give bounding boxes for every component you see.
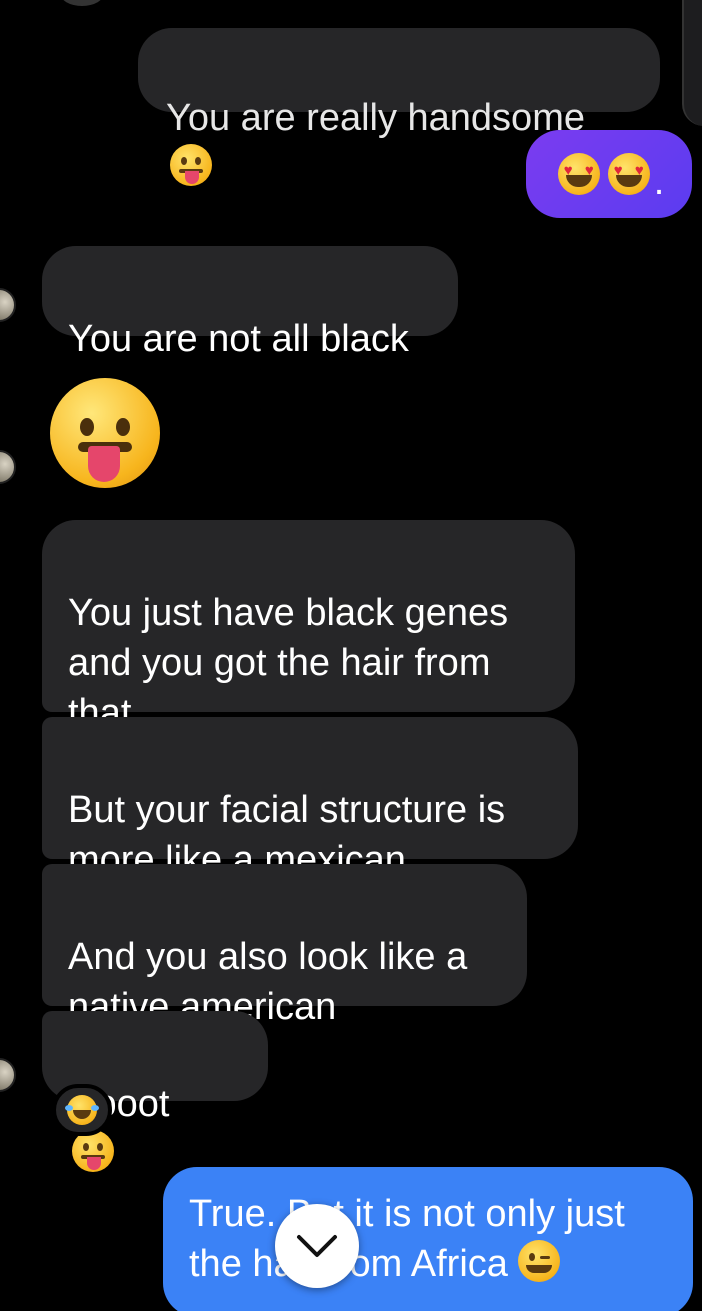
message-received[interactable]: You are really handsome <box>138 28 660 186</box>
stuck-out-tongue-icon[interactable] <box>50 378 160 488</box>
message-received[interactable]: You are not all black <box>42 246 458 360</box>
message-sent[interactable]: ♥ ♥ ♥ ♥ . <box>526 130 692 218</box>
message-text: You are really handsome <box>166 97 585 139</box>
stuck-out-tongue-icon <box>72 1130 114 1172</box>
heart-eyes-icon: ♥ ♥ <box>607 153 650 195</box>
message-text: You just have black genes and you got th… <box>68 592 509 734</box>
message-received[interactable]: You just have black genes and you got th… <box>42 520 575 781</box>
stuck-out-tongue-icon <box>170 144 212 186</box>
message-sent[interactable]: True. But it is not only just the hair f… <box>163 1167 693 1311</box>
wink-icon <box>518 1240 561 1282</box>
avatar[interactable] <box>0 450 16 484</box>
tears-of-joy-icon <box>65 1095 99 1125</box>
avatar[interactable] <box>0 1058 16 1092</box>
message-text-line: True. But it is not only just <box>189 1193 625 1235</box>
chevron-down-icon <box>297 1235 337 1257</box>
reaction-badge[interactable] <box>52 1084 112 1136</box>
avatar[interactable] <box>0 288 16 322</box>
message-text: . <box>653 161 665 203</box>
side-panel-edge <box>682 0 702 126</box>
message-received[interactable]: But your facial structure is more like a… <box>42 717 578 928</box>
heart-eyes-icon: ♥ ♥ <box>557 153 600 195</box>
message-text: You are not all black <box>68 318 409 360</box>
avatar <box>60 0 104 6</box>
scroll-to-bottom-button[interactable] <box>275 1204 359 1288</box>
message-received[interactable]: And you also look like a native american <box>42 864 527 1075</box>
